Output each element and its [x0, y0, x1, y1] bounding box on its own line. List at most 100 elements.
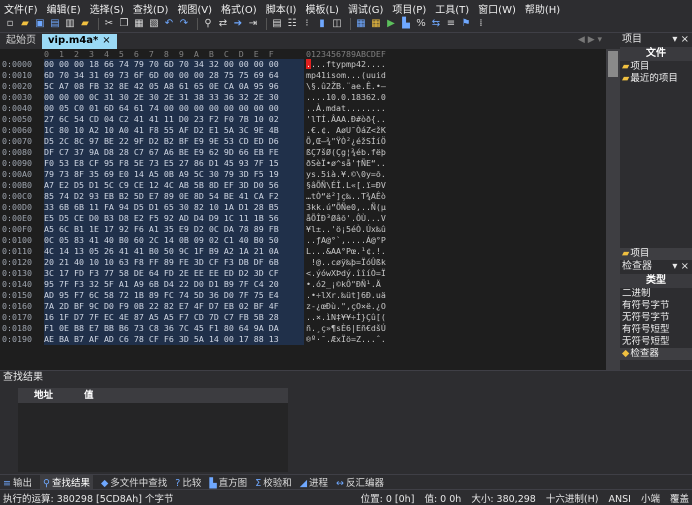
calculator-icon[interactable]: %: [415, 18, 427, 30]
hex-row[interactable]: 0:0030 00 00 00 0C 31 30 2E 30 2E 31 38 3…: [0, 92, 606, 103]
menu-view[interactable]: 视图(V): [177, 1, 212, 16]
hex-mode-icon[interactable]: ▤: [271, 18, 283, 30]
row-ascii[interactable]: .€.¢. AøU¯ÒáZ<žK: [306, 125, 386, 136]
row-hex-bytes[interactable]: D5 2C 8C 97 BE 22 9F D2 B2 BF E9 9E 53 C…: [44, 136, 304, 147]
menu-format[interactable]: 格式(O): [221, 1, 257, 16]
panel-pin-icon[interactable]: ▾ ×: [672, 260, 689, 274]
hex-row[interactable]: 0:0000 00 00 00 18 66 74 79 70 6D 70 34 3…: [0, 59, 606, 70]
tab-vip-m4a[interactable]: vip.m4a* ×: [42, 34, 117, 49]
row-ascii[interactable]: \§.û2ŽB.¨ae.Ê.•–: [306, 81, 386, 92]
row-hex-bytes[interactable]: 00 05 C0 01 6D 64 61 74 00 00 00 00 00 0…: [44, 103, 304, 114]
menu-window[interactable]: 窗口(W): [478, 1, 516, 16]
row-hex-bytes[interactable]: 27 6C 54 CD 04 C2 41 41 11 D0 23 F2 F0 7…: [44, 114, 304, 125]
hex-row[interactable]: 0:0120 20 21 40 10 10 63 F8 FF 89 FE 3D C…: [0, 257, 606, 268]
hex-row[interactable]: 0:0100 0C 05 83 41 40 B0 60 2C 14 0B 09 0…: [0, 235, 606, 246]
row-ascii[interactable]: <.ýówXÞdý.îîíÒ=Ï: [306, 268, 386, 279]
menu-tools[interactable]: 工具(T): [435, 1, 469, 16]
menu-help[interactable]: 帮助(H): [525, 1, 560, 16]
row-ascii[interactable]: ðSèÏ•ø^så'†ÑE“..: [306, 158, 386, 169]
row-ascii[interactable]: .•÷lXr.‰üt]6Ð.uä: [306, 290, 386, 301]
row-ascii[interactable]: §âÕÑ\ÉÎ.L«[.ï=ÐV: [306, 180, 386, 191]
hex-row[interactable]: 0:00E0 E5 D5 CE D0 B3 D8 E2 F5 92 AD D4 D…: [0, 213, 606, 224]
row-hex-bytes[interactable]: AD 95 F7 6C 58 72 1B 89 FC 74 5D 36 D0 7…: [44, 290, 304, 301]
row-hex-bytes[interactable]: 7A 2D BF 9C D0 F9 0B 22 82 E7 4F D7 EB 0…: [44, 301, 304, 312]
find-results-table[interactable]: 地址 值: [18, 388, 288, 472]
row-hex-bytes[interactable]: 5C A7 08 FB 32 8E 42 05 A8 61 65 0E CA 0…: [44, 81, 304, 92]
row-hex-bytes[interactable]: 0C 05 83 41 40 B0 60 2C 14 0B 09 02 C1 4…: [44, 235, 304, 246]
save-all-icon[interactable]: ▤: [49, 18, 61, 30]
row-hex-bytes[interactable]: 85 74 D2 93 EB B2 5D E7 89 0E 8D 54 BE 4…: [44, 191, 304, 202]
status-overwrite[interactable]: 覆盖: [670, 494, 689, 505]
menu-select[interactable]: 选择(S): [90, 1, 124, 16]
tab-output[interactable]: ≡ 输出: [3, 475, 32, 489]
tab-scroll-icon[interactable]: ◀ ▶ ▾: [578, 35, 602, 45]
hex-row[interactable]: 0:0040 00 05 C0 01 6D 64 61 74 00 00 00 0…: [0, 103, 606, 114]
run-icon[interactable]: ▶: [385, 18, 397, 30]
row-ascii[interactable]: mp41isom...(uuid: [306, 70, 386, 81]
hex-row[interactable]: 0:0190 AE BA B7 AF AD C6 78 CF F6 3D 5A 1…: [0, 334, 606, 345]
row-hex-bytes[interactable]: A7 E2 D5 D1 5C C9 CE 12 4C AB 5B 8D EF 3…: [44, 180, 304, 191]
row-ascii[interactable]: åÕÎÐ³Øâõ'.ÔÙ...V: [306, 213, 386, 224]
close-file-icon[interactable]: ▥: [64, 18, 76, 30]
status-mode[interactable]: 十六进制(H): [546, 494, 599, 505]
hex-row[interactable]: 0:00A0 79 73 8F 35 69 E0 14 A5 0B A9 5C 3…: [0, 169, 606, 180]
row-hex-bytes[interactable]: 20 21 40 10 10 63 F8 FF 89 FE 3D CF F3 D…: [44, 257, 304, 268]
new-file-icon[interactable]: ▫: [4, 18, 16, 30]
row-hex-bytes[interactable]: 00 00 00 18 66 74 79 70 6D 70 34 32 00 0…: [44, 59, 304, 70]
tab-find-in-files[interactable]: ◆ 多文件中查找: [101, 475, 167, 489]
row-ascii[interactable]: ¥l±..'ö¡5éÒ.Úx‰û: [306, 224, 386, 235]
find-next-icon[interactable]: ⇥: [247, 18, 259, 30]
hex-row[interactable]: 0:0170 16 1F D7 7F EC 4E 87 A5 A5 F7 CD 7…: [0, 312, 606, 323]
row-ascii[interactable]: ..À.mdat........: [306, 103, 386, 114]
inspector-row[interactable]: 二进制: [620, 288, 692, 300]
tab-compare[interactable]: ? 比较: [175, 475, 201, 489]
tab-find-results[interactable]: ⚲ 查找结果: [39, 475, 93, 489]
hex-row[interactable]: 0:0110 4C 14 13 05 26 41 41 B0 50 9C 1F B…: [0, 246, 606, 257]
value-column[interactable]: 值: [68, 388, 118, 403]
toolbar-overflow-icon[interactable]: ⁞: [475, 18, 487, 30]
bookmark-icon[interactable]: ▮: [316, 18, 328, 30]
row-ascii[interactable]: 'lTÍ.ÂAA.Ð#òð{..: [306, 114, 386, 125]
tab-process[interactable]: ◢ 进程: [300, 475, 328, 489]
hex-row[interactable]: 0:0140 95 7F F3 32 5F A1 A9 6B D4 22 D0 D…: [0, 279, 606, 290]
inspector-row[interactable]: 有符号短型: [620, 324, 692, 336]
row-ascii[interactable]: ..ƒA@°`,....Á@°P: [306, 235, 386, 246]
undo-icon[interactable]: ↶: [163, 18, 175, 30]
row-hex-bytes[interactable]: AE BA B7 AF AD C6 78 CF F6 3D 5A 14 00 1…: [44, 334, 304, 345]
checksum-icon[interactable]: ≡: [445, 18, 457, 30]
copy-icon[interactable]: ❐: [118, 18, 130, 30]
row-ascii[interactable]: ....ftypmp42....: [306, 59, 386, 70]
hex-row[interactable]: 0:0130 3C 17 FD F3 77 58 DE 64 FD 2E EE E…: [0, 268, 606, 279]
convert-icon[interactable]: ⇆: [430, 18, 442, 30]
row-hex-bytes[interactable]: F0 53 E8 CF 95 F8 5E 73 E5 27 86 D1 45 9…: [44, 158, 304, 169]
menu-debug[interactable]: 调试(G): [348, 1, 384, 16]
search-icon[interactable]: ⚲: [202, 18, 214, 30]
row-hex-bytes[interactable]: 3C 17 FD F3 77 58 DE 64 FD 2E EE EE ED D…: [44, 268, 304, 279]
hex-row[interactable]: 0:0160 7A 2D BF 9C D0 F9 0B 22 82 E7 4F D…: [0, 301, 606, 312]
row-ascii[interactable]: ..×.ìN‡¥¥÷Í}Çû[(: [306, 312, 386, 323]
redo-icon[interactable]: ↷: [178, 18, 190, 30]
row-ascii[interactable]: L...&AA°Pœ.¹¢.!.: [306, 246, 386, 257]
row-hex-bytes[interactable]: 95 7F F3 32 5F A1 A9 6B D4 22 D0 D1 B9 7…: [44, 279, 304, 290]
row-ascii[interactable]: …tÒ“ë²]ç‰..T¾AÊò: [306, 191, 386, 202]
row-ascii[interactable]: ys.5ià.¥.©\0y=õ.: [306, 169, 386, 180]
script-icon[interactable]: ▦: [370, 18, 382, 30]
row-hex-bytes[interactable]: 6D 70 34 31 69 73 6F 6D 00 00 00 28 75 7…: [44, 70, 304, 81]
template-icon[interactable]: ▦: [355, 18, 367, 30]
save-icon[interactable]: ▣: [34, 18, 46, 30]
ruler-icon[interactable]: ⁝: [301, 18, 313, 30]
vertical-scrollbar[interactable]: [606, 49, 620, 370]
inspector-row[interactable]: 无符号短型: [620, 336, 692, 348]
hex-row[interactable]: 0:0080 DF C7 37 9A D8 28 C7 67 A6 BE E9 6…: [0, 147, 606, 158]
tab-histogram[interactable]: ▙ 直方图: [209, 475, 247, 489]
recent-projects-item[interactable]: ▰最近的项目: [620, 73, 692, 85]
hex-row[interactable]: 0:0020 5C A7 08 FB 32 8E 42 05 A8 61 65 0…: [0, 81, 606, 92]
folder-icon[interactable]: ▰: [79, 18, 91, 30]
status-endian[interactable]: 小端: [641, 494, 660, 505]
inspector-row[interactable]: 无符号字节: [620, 312, 692, 324]
hex-row[interactable]: 0:0070 D5 2C 8C 97 BE 22 9F D2 B2 BF E9 9…: [0, 136, 606, 147]
row-hex-bytes[interactable]: F1 0E B8 E7 BB B6 73 C8 36 7C 45 F1 80 6…: [44, 323, 304, 334]
tab-checksum[interactable]: Σ 校验和: [255, 475, 292, 489]
compare-icon[interactable]: ⚑: [460, 18, 472, 30]
menu-project[interactable]: 项目(P): [392, 1, 426, 16]
